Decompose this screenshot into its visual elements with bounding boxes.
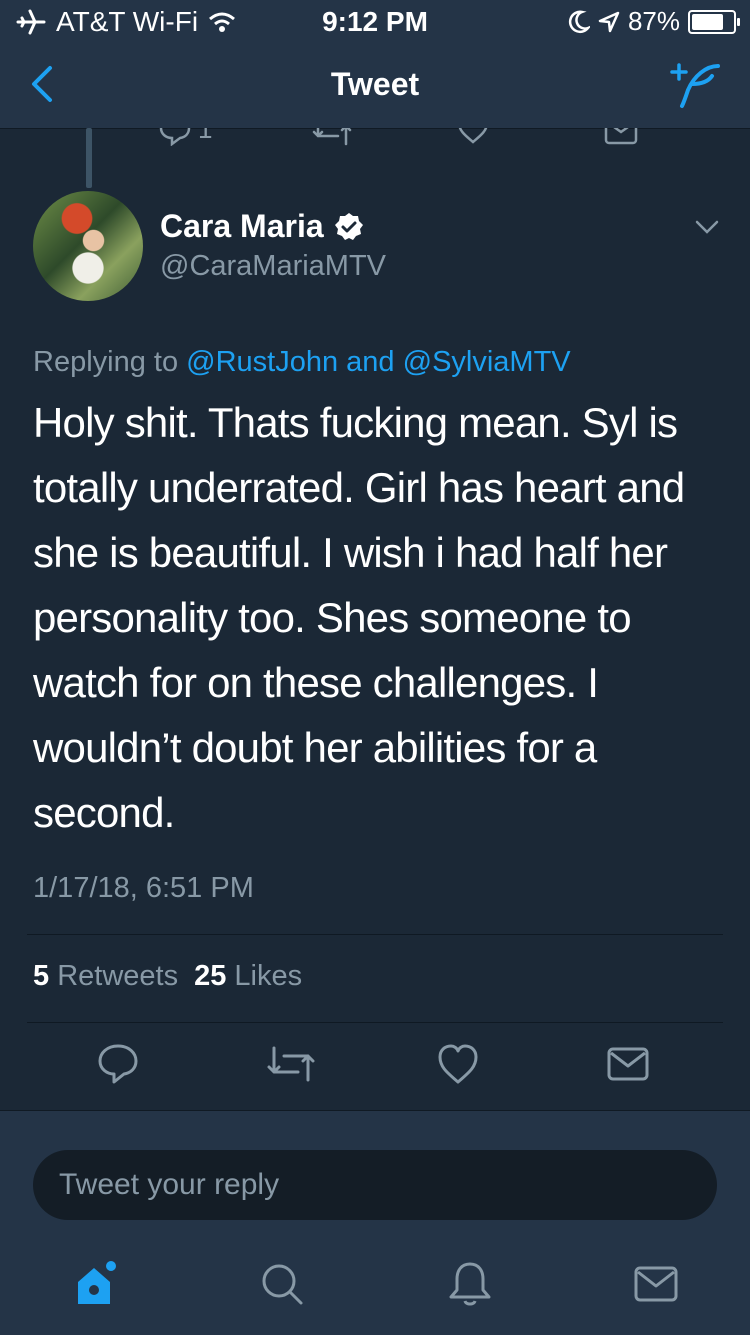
heart-icon <box>458 128 488 144</box>
heart-icon <box>438 1044 478 1084</box>
divider <box>27 1022 723 1023</box>
tab-home[interactable] <box>72 1260 120 1308</box>
divider <box>27 934 723 935</box>
compose-tweet-icon <box>670 63 720 108</box>
retweets-count: 5 <box>33 960 50 992</box>
reply-icon <box>159 128 191 146</box>
messages-icon <box>634 1266 678 1302</box>
mail-icon <box>607 1047 649 1081</box>
chevron-down-icon <box>695 220 719 234</box>
replying-to: Replying to @RustJohn and @SylviaMTV <box>33 346 571 379</box>
tab-search[interactable] <box>258 1260 306 1308</box>
avatar[interactable] <box>33 191 143 301</box>
notifications-icon <box>449 1262 491 1306</box>
battery-icon <box>688 9 740 34</box>
compose-tweet-button[interactable] <box>668 60 724 110</box>
previous-retweet-action[interactable] <box>312 128 352 148</box>
retweet-icon <box>267 1046 315 1082</box>
previous-like-action[interactable] <box>456 128 490 146</box>
tweet-stats: 5 Retweets 25 Likes <box>33 960 302 993</box>
status-right: 87% <box>568 6 740 37</box>
navigation-bar: Tweet <box>0 40 750 129</box>
previous-reply-count: 1 <box>198 128 213 144</box>
page-title: Tweet <box>330 66 420 102</box>
verified-badge-icon <box>334 212 364 242</box>
previous-tweet-actions: 1 <box>0 128 750 154</box>
reply-mention-2[interactable]: @SylviaMTV <box>403 346 571 378</box>
tweet-text: Holy shit. Thats fucking mean. Syl is to… <box>33 399 685 836</box>
reply-button[interactable] <box>96 1042 140 1086</box>
retweets-label: Retweets <box>57 960 179 992</box>
status-bar: AT&T Wi-Fi 9:12 PM 87% <box>0 0 750 40</box>
replying-and: and <box>346 346 395 378</box>
mail-icon <box>604 128 638 145</box>
likes-label: Likes <box>234 960 303 992</box>
direct-message-button[interactable] <box>606 1042 650 1086</box>
author-handle[interactable]: @CaraMariaMTV <box>160 250 386 283</box>
tab-notifications[interactable] <box>446 1260 494 1308</box>
tweet-timestamp: 1/17/18, 6:51 PM <box>33 872 254 904</box>
likes-count: 25 <box>194 960 227 992</box>
home-icon <box>78 1261 116 1304</box>
likes-stat[interactable]: 25 Likes <box>194 960 302 993</box>
tab-messages[interactable] <box>632 1260 680 1308</box>
retweet-icon <box>312 128 352 146</box>
tweet-menu-button[interactable] <box>694 218 720 236</box>
reply-icon <box>98 1044 138 1084</box>
author-name-row[interactable]: Cara Maria <box>160 208 364 245</box>
replying-prefix: Replying to <box>33 346 179 378</box>
previous-reply-action[interactable]: 1 <box>158 128 212 146</box>
thread-line <box>86 128 92 188</box>
retweet-button[interactable] <box>266 1042 316 1086</box>
battery-percent: 87% <box>627 6 680 36</box>
search-icon <box>262 1264 303 1305</box>
tweet-actions <box>0 1042 750 1092</box>
author-name: Cara Maria <box>160 208 324 244</box>
like-button[interactable] <box>436 1042 480 1086</box>
retweets-stat[interactable]: 5 Retweets <box>33 960 178 993</box>
reply-input[interactable]: Tweet your reply <box>33 1150 717 1220</box>
reply-mention-1[interactable]: @RustJohn <box>186 346 338 378</box>
moon-icon <box>568 10 590 34</box>
previous-message-action[interactable] <box>604 128 638 146</box>
location-icon <box>598 11 620 33</box>
